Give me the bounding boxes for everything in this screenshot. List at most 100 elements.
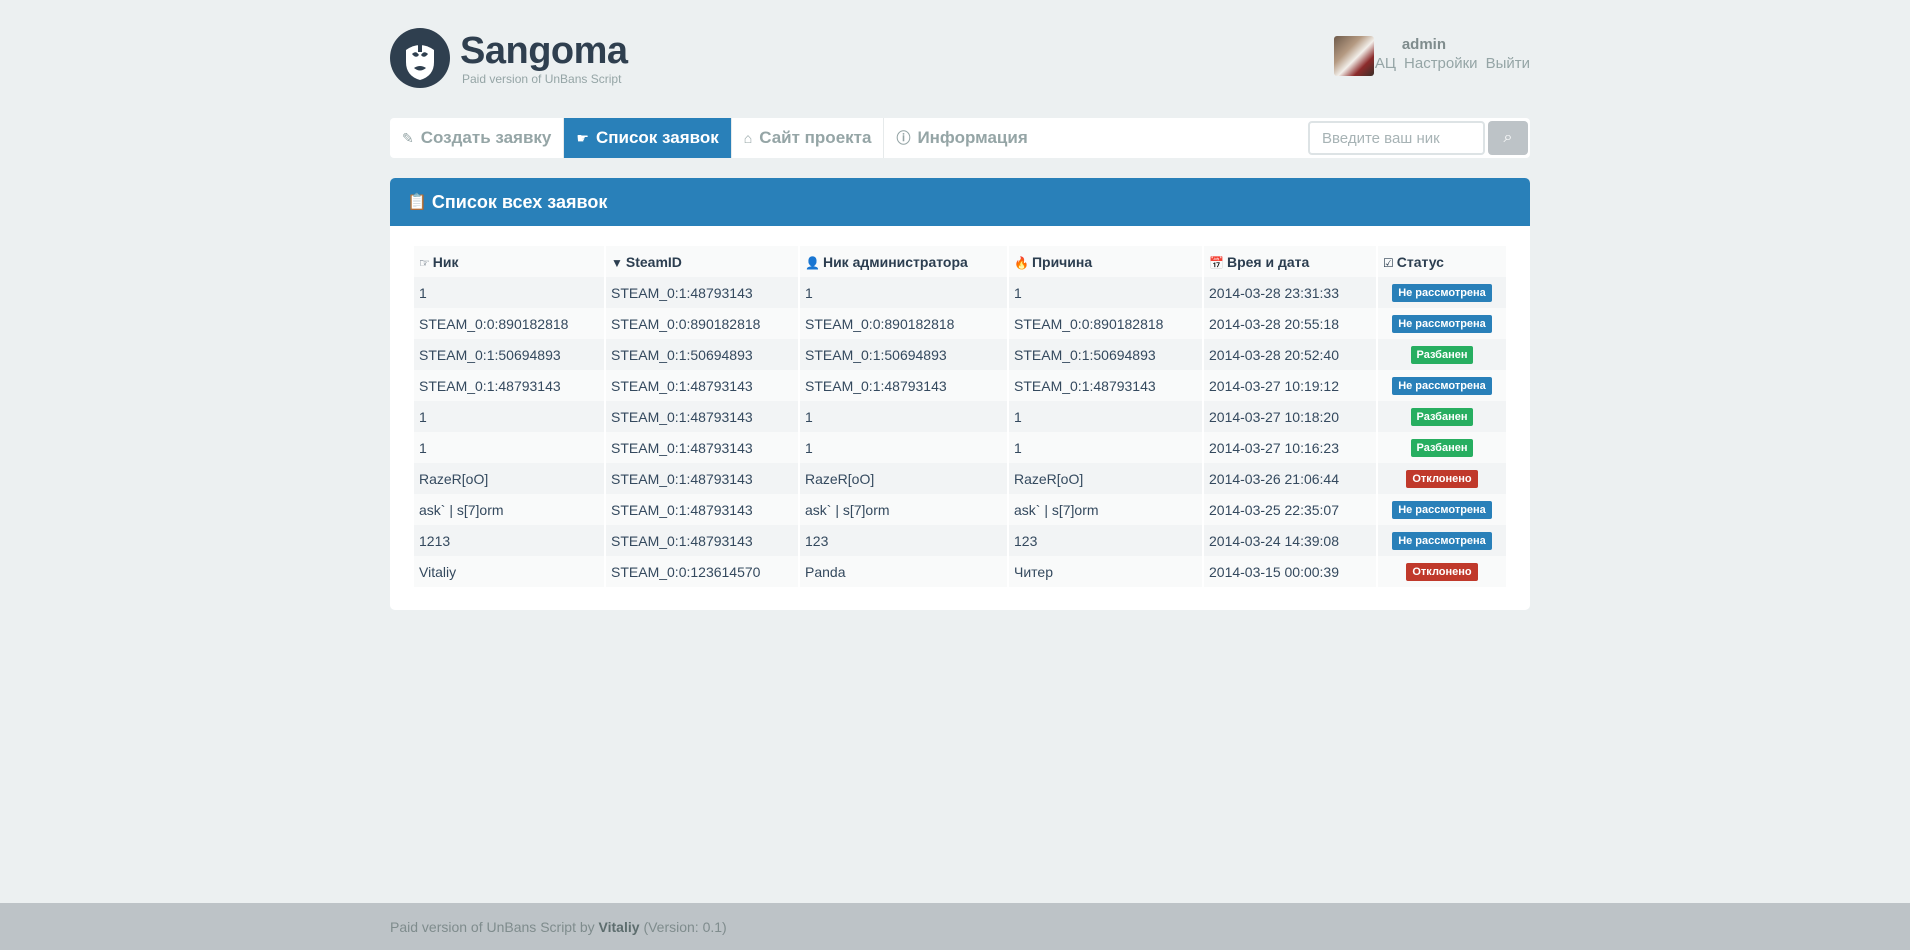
cell-status: Разбанен [1378, 401, 1506, 432]
cell-steamid: STEAM_0:1:48793143 [606, 494, 798, 525]
cell-admin-nick: 1 [800, 432, 1007, 463]
check-icon: ☑ [1383, 255, 1394, 270]
requests-table: ☞ Ник ▼ SteamID 👤 Ник администратора 🔥 Причи… [412, 246, 1508, 587]
cell-status: Не рассмотрена [1378, 308, 1506, 339]
table-row: Vitaliy STEAM_0:0:123614570 Panda Читер 2014… [414, 556, 1506, 587]
status-badge: Не рассмотрена [1392, 532, 1492, 550]
cell-datetime: 2014-03-27 10:16:23 [1204, 432, 1376, 463]
hand-point-icon: ☞ [419, 255, 430, 270]
brand-subtitle: Paid version of UnBans Script [462, 72, 622, 86]
cell-datetime: 2014-03-25 22:35:07 [1204, 494, 1376, 525]
cell-status: Разбанен [1378, 432, 1506, 463]
hand-icon: ☛ [576, 129, 589, 146]
cell-reason: 1 [1009, 432, 1202, 463]
cell-steamid: STEAM_0:0:123614570 [606, 556, 798, 587]
cell-steamid: STEAM_0:1:48793143 [606, 401, 798, 432]
table-row: ask` | s[7]orm STEAM_0:1:48793143 ask` | s… [414, 494, 1506, 525]
nav-tabs: ✎ Создать заявку ☛ Список заявок ⌂ Сайт … [390, 118, 1040, 158]
status-badge: Разбанен [1410, 346, 1474, 364]
footer-prefix: Paid version of UnBans Script by [390, 919, 595, 935]
footer-author-link[interactable]: Vitaliy [599, 919, 640, 935]
footer-text: Paid version of UnBans Script by Vitaliy… [390, 919, 727, 935]
column-header-status: ☑ Статус [1378, 246, 1506, 277]
cell-admin-nick: STEAM_0:0:890182818 [800, 308, 1007, 339]
footer: Paid version of UnBans Script by Vitaliy… [0, 903, 1910, 950]
cell-status: Разбанен [1378, 339, 1506, 370]
cell-admin-nick: RazeR[oO] [800, 463, 1007, 494]
cell-steamid: STEAM_0:1:48793143 [606, 277, 798, 308]
cell-datetime: 2014-03-27 10:18:20 [1204, 401, 1376, 432]
cell-status: Отклонено [1378, 556, 1506, 587]
luchador-mask-logo-icon[interactable] [390, 28, 450, 88]
status-badge: Отклонено [1406, 470, 1478, 488]
link-admin-center[interactable]: АЦ [1375, 55, 1396, 72]
cell-nick: 1 [414, 432, 604, 463]
tab-request-list[interactable]: ☛ Список заявок [564, 118, 732, 158]
search-input[interactable] [1308, 121, 1485, 155]
user-icon: 👤 [805, 255, 820, 270]
cell-status: Не рассмотрена [1378, 525, 1506, 556]
table-row: RazeR[oO] STEAM_0:1:48793143 RazeR[oO] Raze… [414, 463, 1506, 494]
cell-nick: 1213 [414, 525, 604, 556]
cell-reason: RazeR[oO] [1009, 463, 1202, 494]
table-row: STEAM_0:1:48793143 STEAM_0:1:48793143 STEA… [414, 370, 1506, 401]
panel-title: Список всех заявок [431, 191, 608, 212]
cell-steamid: STEAM_0:1:48793143 [606, 432, 798, 463]
cell-status: Отклонено [1378, 463, 1506, 494]
cell-admin-nick: STEAM_0:1:48793143 [800, 370, 1007, 401]
table-row: 1213 STEAM_0:1:48793143 123 123 2014-03-24 1… [414, 525, 1506, 556]
link-settings[interactable]: Настройки [1404, 55, 1478, 72]
cell-admin-nick: STEAM_0:1:50694893 [800, 339, 1007, 370]
table-row: STEAM_0:0:890182818 STEAM_0:0:890182818 ST… [414, 308, 1506, 339]
table-header-row: ☞ Ник ▼ SteamID 👤 Ник администратора 🔥 Причи… [414, 246, 1506, 277]
brand-title[interactable]: Sangoma [460, 28, 628, 74]
cell-reason: 1 [1009, 277, 1202, 308]
status-badge: Разбанен [1410, 408, 1474, 426]
column-header-steamid: ▼ SteamID [606, 246, 798, 277]
cell-nick: 1 [414, 277, 604, 308]
cell-reason: 1 [1009, 401, 1202, 432]
calendar-icon: 📅 [1209, 255, 1224, 270]
column-header-datetime: 📅 Врея и дата [1204, 246, 1376, 277]
tab-project-site[interactable]: ⌂ Сайт проекта [732, 118, 885, 158]
cell-datetime: 2014-03-27 10:19:12 [1204, 370, 1376, 401]
cell-nick: ask` | s[7]orm [414, 494, 604, 525]
cell-admin-nick: ask` | s[7]orm [800, 494, 1007, 525]
cell-steamid: STEAM_0:1:48793143 [606, 463, 798, 494]
table-row: STEAM_0:1:50694893 STEAM_0:1:50694893 STEA… [414, 339, 1506, 370]
tab-label: Информация [917, 128, 1028, 147]
cell-reason: Читер [1009, 556, 1202, 587]
search-button[interactable]: ⌕ [1488, 121, 1528, 155]
cell-reason: ask` | s[7]orm [1009, 494, 1202, 525]
cell-steamid: STEAM_0:1:50694893 [606, 339, 798, 370]
column-header-admin-nick: 👤 Ник администратора [800, 246, 1007, 277]
user-name: admin [1401, 36, 1446, 53]
brand: Sangoma Paid version of UnBans Script [460, 28, 628, 86]
table-row: 1 STEAM_0:1:48793143 1 1 2014-03-27 10:18:20… [414, 401, 1506, 432]
cell-admin-nick: Panda [800, 556, 1007, 587]
cell-datetime: 2014-03-28 23:31:33 [1204, 277, 1376, 308]
link-logout[interactable]: Выйти [1486, 55, 1530, 72]
status-badge: Отклонено [1406, 563, 1478, 581]
cell-datetime: 2014-03-24 14:39:08 [1204, 525, 1376, 556]
header: Sangoma Paid version of UnBans Script ad… [390, 28, 1530, 90]
cell-admin-nick: 1 [800, 277, 1007, 308]
tab-information[interactable]: ⓘ Информация [884, 118, 1039, 158]
tab-label: Сайт проекта [759, 128, 872, 147]
search-form: ⌕ [1308, 121, 1528, 155]
tab-label: Список заявок [595, 128, 719, 147]
cell-nick: RazeR[oO] [414, 463, 604, 494]
clipboard-icon: 📋 [407, 194, 427, 211]
cell-status: Не рассмотрена [1378, 370, 1506, 401]
cell-datetime: 2014-03-15 00:00:39 [1204, 556, 1376, 587]
cell-reason: 123 [1009, 525, 1202, 556]
column-header-reason: 🔥 Причина [1009, 246, 1202, 277]
fire-icon: 🔥 [1014, 255, 1029, 270]
cell-datetime: 2014-03-28 20:52:40 [1204, 339, 1376, 370]
cell-nick: STEAM_0:0:890182818 [414, 308, 604, 339]
filter-icon: ▼ [611, 255, 623, 270]
cell-reason: STEAM_0:0:890182818 [1009, 308, 1202, 339]
tab-create-request[interactable]: ✎ Создать заявку [390, 118, 565, 158]
cell-admin-nick: 1 [800, 401, 1007, 432]
cell-datetime: 2014-03-26 21:06:44 [1204, 463, 1376, 494]
